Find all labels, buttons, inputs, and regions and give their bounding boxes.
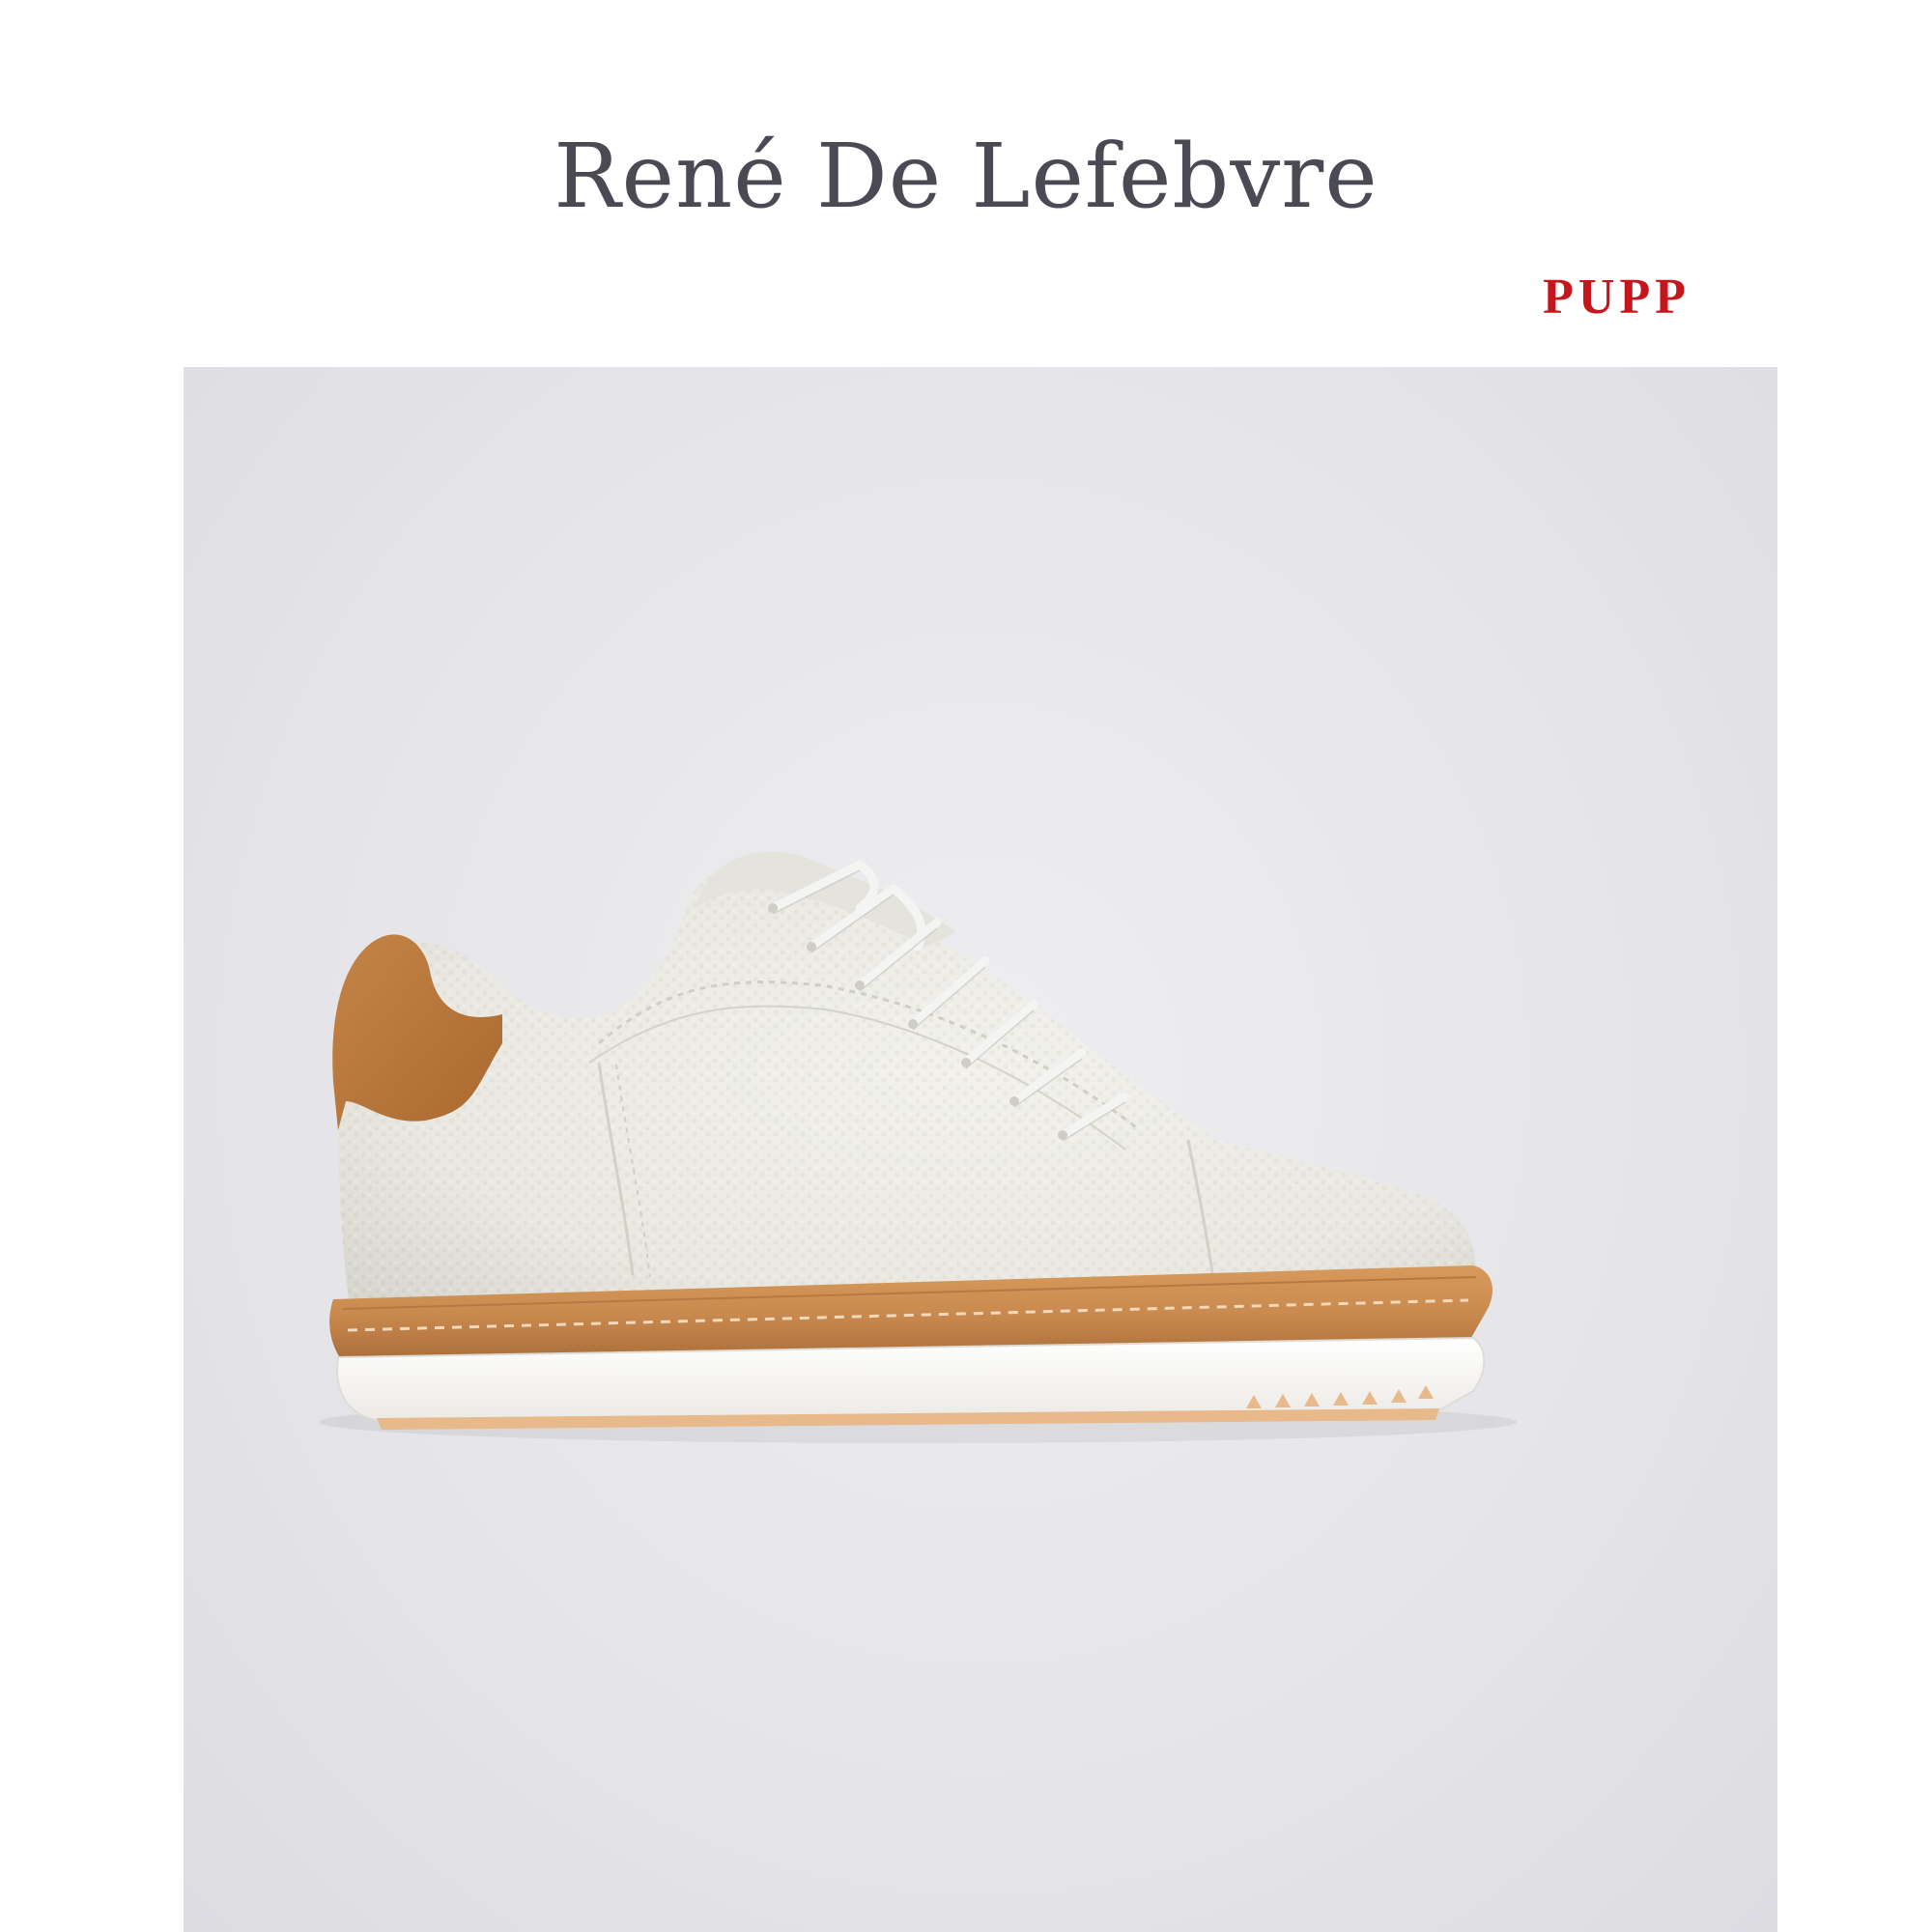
store-logo: PUPP bbox=[1543, 270, 1690, 325]
product-photo bbox=[184, 367, 1777, 1932]
brand-title: René De Lefebvre bbox=[554, 125, 1378, 228]
sneaker-icon bbox=[319, 851, 1517, 1443]
